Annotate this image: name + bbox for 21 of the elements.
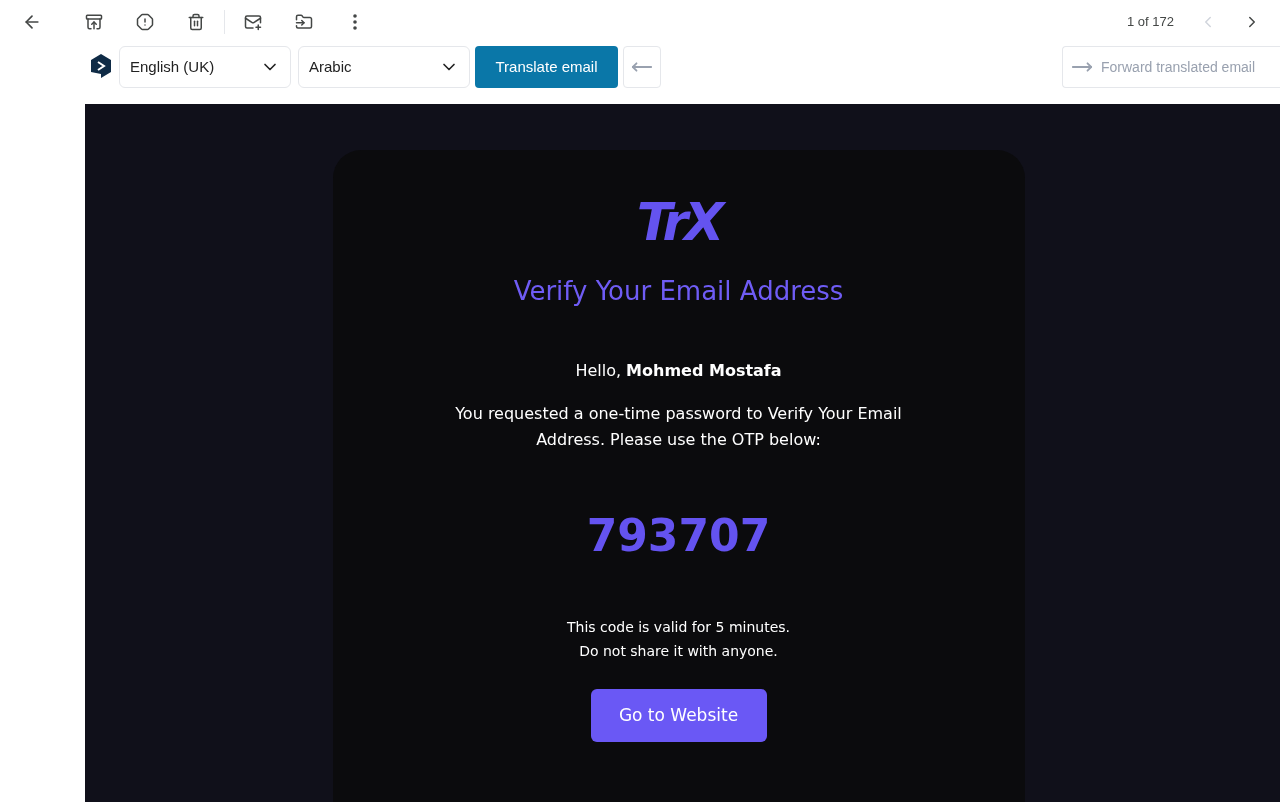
forward-translated-button[interactable]: Forward translated email (1062, 46, 1280, 88)
go-to-website-button[interactable]: Go to Website (590, 689, 767, 742)
message-text: You requested a one-time password to Verify Your Email Address. Please use the OTP below: (454, 403, 903, 451)
target-language-select[interactable]: Arabic (298, 46, 470, 88)
brand-logo: TrX (636, 192, 721, 252)
alert-icon (136, 13, 154, 31)
archive-icon (85, 13, 103, 31)
translate-button[interactable]: Translate email (475, 46, 618, 88)
validity-text: Do not share it with anyone. (579, 642, 778, 661)
greeting-text: Hello, Mohmed Mostafa (575, 360, 782, 382)
more-icon (353, 14, 357, 30)
folder-icon (295, 13, 313, 31)
back-arrow-button[interactable] (623, 46, 661, 88)
trash-icon (187, 13, 205, 31)
source-language-select[interactable]: English (UK) (119, 46, 291, 88)
pager-text: 1 of 172 (1127, 13, 1174, 32)
validity-text: This code is valid for 5 minutes. (566, 618, 791, 637)
envelope-icon (244, 13, 262, 31)
translator-logo-icon (90, 54, 112, 78)
otp-code: 793707 (586, 509, 771, 563)
email-title: Verify Your Email Address (513, 275, 844, 308)
